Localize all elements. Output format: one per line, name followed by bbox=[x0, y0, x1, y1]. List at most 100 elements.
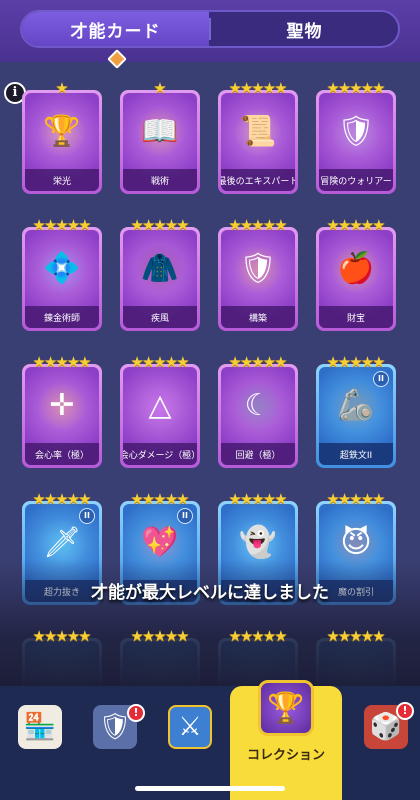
bottom-nav: 🏪 🛡 ! ⚔ 🏆 コレクション 🎲 ! bbox=[0, 680, 420, 800]
card-face: 💠 錬金術師 bbox=[25, 230, 99, 328]
star-icon: ★ bbox=[78, 353, 92, 371]
star-rating: ★ ★ ★ ★ ★ bbox=[116, 491, 204, 507]
star-icon: ★ bbox=[372, 79, 386, 97]
star-icon: ★ bbox=[274, 79, 288, 97]
crescent-dash-icon: ☾ bbox=[233, 381, 283, 431]
tier-badge: II bbox=[177, 508, 193, 524]
talent-card[interactable]: ★ ★ ★ ★ ★ 🦾 II 超鉄文II bbox=[312, 354, 400, 472]
talent-card[interactable]: ★ ★ ★ ★ ★ 📜 最後のエキスパート bbox=[214, 80, 302, 198]
card-frame: 📖 戦術 bbox=[120, 90, 200, 194]
card-frame: 🛡 冒険のウォリアー bbox=[316, 90, 396, 194]
crosshair-icon: ✛ bbox=[37, 381, 87, 431]
shield-emblem-icon: 🛡 bbox=[233, 244, 283, 294]
armor-icon: 🛡 bbox=[331, 107, 381, 157]
star-icon: ★ bbox=[176, 216, 190, 234]
star-icon: ★ bbox=[274, 216, 288, 234]
talent-card[interactable]: ★ ★ ★ ★ ★ 🛡 冒険のウォリアー bbox=[312, 80, 400, 198]
tier-badge: II bbox=[79, 508, 95, 524]
star-rating: ★ ★ ★ ★ ★ bbox=[312, 491, 400, 507]
star-icon: ★ bbox=[372, 490, 386, 508]
star-icon: ★ bbox=[274, 490, 288, 508]
star-icon: ★ bbox=[274, 627, 288, 645]
card-frame: 🛡 構築 bbox=[218, 227, 298, 331]
star-rating: ★ ★ ★ ★ ★ bbox=[214, 491, 302, 507]
card-frame: 🏆 栄光 bbox=[22, 90, 102, 194]
talent-card[interactable]: ★ ★ ★ ★ ★ 💠 錬金術師 bbox=[18, 217, 106, 335]
star-rating: ★ ★ ★ ★ ★ bbox=[312, 217, 400, 233]
nav-event[interactable]: 🎲 ! bbox=[346, 692, 420, 762]
max-level-toast: 才能が最大レベルに達しました bbox=[91, 583, 329, 603]
card-frame: 🍎 財宝 bbox=[316, 227, 396, 331]
talent-card[interactable]: ★ 📖 戦術 bbox=[116, 80, 204, 198]
nav-equipment[interactable]: 🛡 ! bbox=[75, 692, 155, 762]
talent-card[interactable]: ★ ★ ★ ★ ★ ✛ 会心率（極） bbox=[18, 354, 106, 472]
card-label: 最後のエキスパート bbox=[221, 169, 295, 191]
talent-card[interactable]: ★ ★ ★ ★ ★ 🧥 疾風 bbox=[116, 217, 204, 335]
golden-apple-icon: 🍎 bbox=[331, 244, 381, 294]
card-frame: △ 会心ダメージ（極） bbox=[120, 364, 200, 468]
triangle-target-icon: △ bbox=[135, 381, 185, 431]
tab-talent-cards[interactable]: 才能カード bbox=[22, 12, 209, 46]
alert-badge: ! bbox=[396, 702, 414, 720]
star-icon: ★ bbox=[372, 353, 386, 371]
star-icon: ★ bbox=[176, 353, 190, 371]
card-face: 🛡 構築 bbox=[221, 230, 295, 328]
nav-collection-label: コレクション bbox=[246, 748, 325, 763]
card-face: 📖 戦術 bbox=[123, 93, 197, 191]
card-label: 戦術 bbox=[123, 169, 197, 191]
nav-collection[interactable]: 🏆 コレクション bbox=[230, 680, 342, 800]
star-rating: ★ ★ ★ ★ ★ bbox=[18, 491, 106, 507]
card-frame: ☾ 回避（極） bbox=[218, 364, 298, 468]
talent-card[interactable]: ★ ★ ★ ★ ★ ☾ 回避（極） bbox=[214, 354, 302, 472]
nav-shop[interactable]: 🏪 bbox=[0, 692, 80, 762]
card-face: 🦾 II 超鉄文II bbox=[319, 367, 393, 465]
iron-chest-icon: 🦾 bbox=[331, 381, 381, 431]
talent-card[interactable]: ★ 🏆 栄光 bbox=[18, 80, 106, 198]
star-icon: ★ bbox=[153, 79, 167, 97]
tab-bar: 才能カード 聖物 bbox=[20, 10, 400, 48]
star-icon: ★ bbox=[176, 627, 190, 645]
alchemy-gem-icon: 💠 bbox=[37, 244, 87, 294]
star-rating: ★ ★ ★ ★ ★ bbox=[214, 80, 302, 96]
card-label: 錬金術師 bbox=[25, 306, 99, 328]
nav-hero[interactable]: ⚔ bbox=[150, 692, 230, 762]
talent-card[interactable]: ★ ★ ★ ★ ★ △ 会心ダメージ（極） bbox=[116, 354, 204, 472]
talent-card[interactable]: ★ ★ ★ ★ ★ 🛡 構築 bbox=[214, 217, 302, 335]
star-rating: ★ ★ ★ ★ ★ bbox=[18, 354, 106, 370]
card-label: 栄光 bbox=[25, 169, 99, 191]
star-rating: ★ ★ ★ ★ ★ bbox=[214, 354, 302, 370]
card-frame: 📜 最後のエキスパート bbox=[218, 90, 298, 194]
star-icon: ★ bbox=[176, 490, 190, 508]
card-frame: 💠 錬金術師 bbox=[22, 227, 102, 331]
talent-card[interactable]: ★ ★ ★ ★ ★ 🍎 財宝 bbox=[312, 217, 400, 335]
card-face: ☾ 回避（極） bbox=[221, 367, 295, 465]
star-rating: ★ ★ ★ ★ ★ bbox=[18, 628, 106, 644]
tier-badge: II bbox=[373, 371, 389, 387]
card-face: 🍎 財宝 bbox=[319, 230, 393, 328]
star-rating: ★ ★ ★ ★ ★ bbox=[116, 217, 204, 233]
card-face: △ 会心ダメージ（極） bbox=[123, 367, 197, 465]
star-rating: ★ bbox=[116, 80, 204, 96]
alert-badge: ! bbox=[127, 704, 145, 722]
star-icon: ★ bbox=[78, 490, 92, 508]
tab-relics[interactable]: 聖物 bbox=[211, 12, 398, 46]
star-rating: ★ ★ ★ ★ ★ bbox=[18, 217, 106, 233]
star-rating: ★ ★ ★ ★ ★ bbox=[214, 217, 302, 233]
star-icon: ★ bbox=[372, 216, 386, 234]
star-rating: ★ bbox=[18, 80, 106, 96]
star-rating: ★ ★ ★ ★ ★ bbox=[312, 628, 400, 644]
card-label: 財宝 bbox=[319, 306, 393, 328]
card-label: 会心率（極） bbox=[25, 443, 99, 465]
tactics-book-icon: 📖 bbox=[135, 107, 185, 157]
card-face: 🏆 栄光 bbox=[25, 93, 99, 191]
card-frame: ✛ 会心率（極） bbox=[22, 364, 102, 468]
shop-icon: 🏪 bbox=[18, 705, 62, 749]
cape-icon: 🧥 bbox=[135, 244, 185, 294]
star-rating: ★ ★ ★ ★ ★ bbox=[116, 628, 204, 644]
card-face: 🛡 冒険のウォリアー bbox=[319, 93, 393, 191]
hero-shield-icon: ⚔ bbox=[168, 705, 212, 749]
card-frame: 🦾 II 超鉄文II bbox=[316, 364, 396, 468]
trophy-icon: 🏆 bbox=[37, 107, 87, 157]
star-rating: ★ ★ ★ ★ ★ bbox=[312, 354, 400, 370]
card-frame: 🧥 疾風 bbox=[120, 227, 200, 331]
